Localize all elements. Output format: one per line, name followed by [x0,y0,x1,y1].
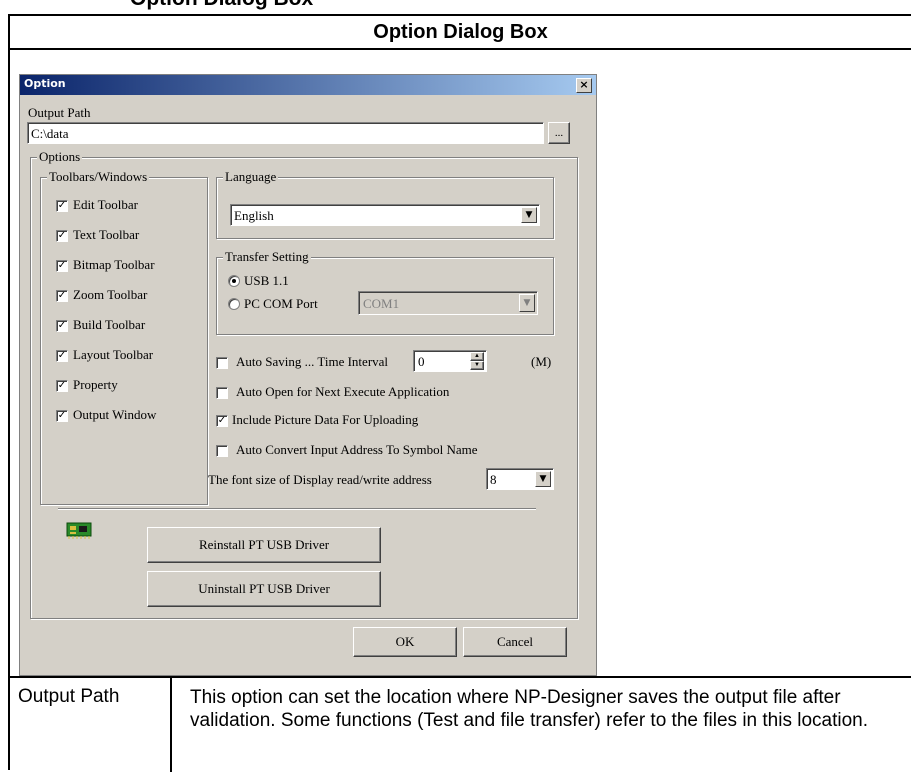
include-picture-label: Include Picture Data For Uploading [232,412,419,427]
toolbar-checkbox-label: Build Toolbar [73,317,146,332]
table-caption: Option Dialog Box [10,16,911,50]
interval-spinner[interactable]: 0 ▲ ▼ [413,350,487,372]
dialog-title: Option [24,77,66,90]
separator [58,508,536,510]
option-dialog: Option × Output Path C:\data ... Options… [19,74,597,676]
toolbar-checkbox-label: Property [73,377,118,392]
auto-convert-label: Auto Convert Input Address To Symbol Nam… [236,442,478,457]
interval-unit: (M) [531,354,552,369]
auto-saving-checkbox[interactable] [216,357,228,369]
usb-radio-label: USB 1.1 [244,273,289,288]
column-divider [170,676,172,772]
toolbar-checkbox-label: Zoom Toolbar [73,287,148,302]
toolbar-checkbox[interactable]: ✓ [56,290,68,302]
toolbar-checkbox[interactable]: ✓ [56,230,68,242]
cancel-button[interactable]: Cancel [463,627,567,657]
usb-radio[interactable] [228,275,240,287]
toolbars-group-label: Toolbars/Windows [47,169,150,185]
pc-com-radio-label: PC COM Port [244,296,318,311]
close-icon: × [579,78,589,91]
chevron-down-icon: ▼ [535,471,551,487]
language-group-label: Language [223,169,279,185]
auto-saving-label: Auto Saving ... Time Interval [236,354,389,369]
toolbar-checkbox[interactable]: ✓ [56,380,68,392]
toolbar-checkbox[interactable]: ✓ [56,320,68,332]
include-picture-checkbox[interactable]: ✓ [216,415,228,427]
reinstall-driver-button[interactable]: Reinstall PT USB Driver [147,527,381,563]
transfer-group-label: Transfer Setting [223,249,311,265]
ok-button[interactable]: OK [353,627,457,657]
toolbar-checkbox[interactable]: ✓ [56,200,68,212]
auto-open-label: Auto Open for Next Execute Application [236,384,450,399]
pc-com-radio[interactable] [228,298,240,310]
doc-table: Option Dialog Box Option × Output Path C… [8,14,911,772]
browse-button[interactable]: ... [548,122,570,144]
toolbar-checkbox[interactable]: ✓ [56,410,68,422]
language-select[interactable]: English ▼ [230,204,540,226]
output-path-input[interactable]: C:\data [27,122,544,144]
usb-driver-icon [66,522,92,539]
close-button[interactable]: × [576,78,592,93]
toolbar-checkbox[interactable]: ✓ [56,260,68,272]
chevron-down-icon: ▼ [519,294,535,312]
row-divider [10,676,911,678]
spin-up-icon[interactable]: ▲ [470,352,484,361]
dialog-titlebar: Option × [20,75,596,95]
spin-down-icon[interactable]: ▼ [470,361,484,370]
font-size-label: The font size of Display read/write addr… [208,472,432,487]
com-port-select[interactable]: COM1 ▼ [358,291,538,315]
auto-convert-checkbox[interactable] [216,445,228,457]
toolbar-checkbox[interactable]: ✓ [56,350,68,362]
uninstall-driver-button[interactable]: Uninstall PT USB Driver [147,571,381,607]
options-group-label: Options [37,149,83,165]
toolbar-checkbox-label: Edit Toolbar [73,197,138,212]
output-path-label: Output Path [28,105,91,120]
row-description: This option can set the location where N… [190,687,868,731]
auto-open-checkbox[interactable] [216,387,228,399]
cut-off-heading: Option Dialog Box [0,0,911,14]
toolbar-checkbox-label: Output Window [73,407,157,422]
row-label: Output Path [18,686,120,707]
toolbar-checkbox-label: Layout Toolbar [73,347,154,362]
font-size-select[interactable]: 8 ▼ [486,468,554,490]
toolbar-checkbox-label: Text Toolbar [73,227,140,242]
toolbar-checkbox-label: Bitmap Toolbar [73,257,155,272]
chevron-down-icon: ▼ [521,207,537,223]
